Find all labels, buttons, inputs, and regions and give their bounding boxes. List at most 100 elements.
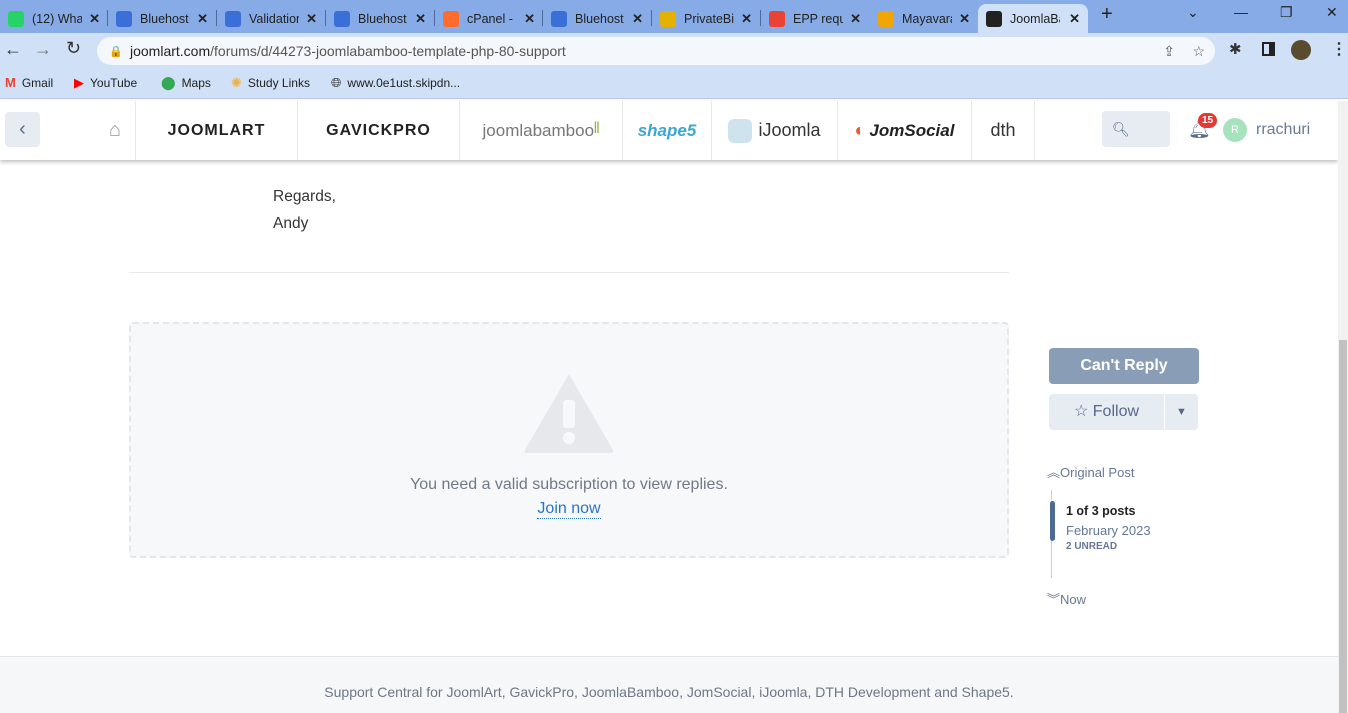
address-bar[interactable]: 🔒 joomlart.com/forums/d/44273-joomlabamb… xyxy=(97,37,1215,65)
caret-down-icon: ▼ xyxy=(1176,406,1187,418)
bookmark-label: Maps xyxy=(181,76,211,90)
bookmark-study-links[interactable]: ✺ Study Links xyxy=(231,75,310,91)
privatebin-icon xyxy=(660,10,676,27)
search-icon: 🔍︎ xyxy=(1112,121,1130,137)
logo-text: shape5 xyxy=(637,120,697,140)
tab-separator xyxy=(325,10,326,26)
logo-text: JomSocial xyxy=(869,120,955,140)
side-panel-icon[interactable] xyxy=(1262,42,1275,56)
browser-tab[interactable]: Bluehost ✕ xyxy=(108,4,216,33)
bookmark-youtube[interactable]: ▶ YouTube xyxy=(74,75,137,91)
search-button[interactable]: 🔍︎ xyxy=(1102,111,1170,147)
browser-tab[interactable]: (12) WhatsApp ✕ xyxy=(0,4,108,33)
close-window-button[interactable]: ✕ xyxy=(1326,4,1338,21)
brand-gavickpro[interactable]: GAVICKPRO xyxy=(298,101,460,160)
tab-separator xyxy=(216,10,217,26)
back-icon[interactable]: ← xyxy=(4,39,22,60)
close-tab-icon[interactable]: ✕ xyxy=(306,11,317,27)
follow-label: Follow xyxy=(1092,403,1140,420)
original-post-link[interactable]: ︽Original Post xyxy=(1047,462,1134,481)
user-avatar[interactable]: R xyxy=(1223,118,1247,142)
image-icon xyxy=(878,10,894,27)
minimize-button[interactable]: — xyxy=(1234,4,1248,20)
subscription-notice: You need a valid subscription to view re… xyxy=(129,322,1009,558)
logo-text: joomlabamboo xyxy=(482,120,595,140)
close-tab-icon[interactable]: ✕ xyxy=(741,11,752,27)
close-tab-icon[interactable]: ✕ xyxy=(197,11,208,27)
follow-button[interactable]: ☆ Follow xyxy=(1049,394,1164,430)
brand-jomsocial[interactable]: ◐ JomSocial xyxy=(838,101,972,160)
logo-text: dth xyxy=(990,120,1016,140)
brand-dth[interactable]: dth xyxy=(972,101,1035,160)
now-link[interactable]: ︾Now xyxy=(1047,589,1086,608)
tab-search-icon[interactable]: ⌄ xyxy=(1187,4,1199,21)
new-tab-button[interactable]: + xyxy=(1101,3,1113,26)
post-line: Regards, xyxy=(273,188,336,205)
browser-tab[interactable]: Bluehost ✕ xyxy=(543,4,651,33)
post-line: Andy xyxy=(273,215,309,232)
close-tab-icon[interactable]: ✕ xyxy=(850,11,861,27)
cant-reply-button[interactable]: Can't Reply xyxy=(1049,348,1199,384)
close-tab-icon[interactable]: ✕ xyxy=(89,11,100,27)
bookmark-star-icon[interactable]: ☆ xyxy=(1192,43,1205,60)
brand-joomlabamboo[interactable]: joomlabamboo 𝍪 xyxy=(460,101,623,160)
whatsapp-icon xyxy=(8,10,24,27)
grid-icon xyxy=(225,10,241,27)
tab-title: cPanel - xyxy=(467,11,513,26)
restore-button[interactable]: ❐ xyxy=(1280,4,1293,21)
forward-icon[interactable]: → xyxy=(34,39,52,60)
browser-tab[interactable]: Validation ✕ xyxy=(217,4,325,33)
close-tab-icon[interactable]: ✕ xyxy=(632,11,643,27)
unread-count[interactable]: 2 UNREAD xyxy=(1066,541,1117,552)
bookmarks-bar: M Gmail ▶ YouTube ⬤ Maps ✺ Study Links 🌐︎ www… xyxy=(0,67,1348,99)
lock-icon: 🔒 xyxy=(109,45,123,58)
browser-tab[interactable]: PrivateBin ✕ xyxy=(652,4,760,33)
tab-separator xyxy=(107,10,108,26)
close-tab-icon[interactable]: ✕ xyxy=(1069,11,1080,27)
browser-tab[interactable]: Bluehost ✕ xyxy=(326,4,434,33)
browser-tab[interactable]: Mayavaram ✕ xyxy=(870,4,978,33)
jomsocial-logo-icon: ◐ xyxy=(854,120,866,140)
bookmark-maps[interactable]: ⬤ Maps xyxy=(161,75,211,91)
browser-tab[interactable]: cPanel - ✕ xyxy=(435,4,543,33)
tab-title: (12) WhatsApp xyxy=(32,11,82,26)
brand-ijoomla[interactable]: iJoomla xyxy=(712,101,838,160)
username[interactable]: rrachuri xyxy=(1256,121,1310,139)
star-icon: ☆ xyxy=(1073,403,1093,420)
address-toolbar: ← → ↻ 🔒 joomlart.com/forums/d/44273-joom… xyxy=(0,33,1348,67)
notice-message: You need a valid subscription to view re… xyxy=(410,476,728,493)
scrubber-handle[interactable] xyxy=(1050,501,1055,541)
back-button[interactable]: ‹ xyxy=(5,112,40,147)
scrollbar-thumb[interactable] xyxy=(1339,340,1347,713)
reload-icon[interactable]: ↻ xyxy=(66,38,81,59)
bookmark-skipdn[interactable]: 🌐︎ www.0e1ust.skipdn... xyxy=(331,75,460,91)
tab-title: JoomlaBamboo xyxy=(1010,11,1060,26)
close-tab-icon[interactable]: ✕ xyxy=(959,11,970,27)
youtube-icon: ▶ xyxy=(74,75,84,90)
share-icon[interactable]: ⇪ xyxy=(1163,43,1175,60)
divider xyxy=(129,272,1009,273)
maps-pin-icon: ⬤ xyxy=(161,75,176,90)
browser-tab[interactable]: JoomlaBamboo ✕ xyxy=(978,4,1088,33)
bookmark-gmail[interactable]: M Gmail xyxy=(5,75,53,90)
notification-count-badge: 15 xyxy=(1198,113,1218,128)
close-tab-icon[interactable]: ✕ xyxy=(524,11,535,27)
close-tab-icon[interactable]: ✕ xyxy=(415,11,426,27)
tab-title: Mayavaram xyxy=(902,11,952,26)
brand-shape5[interactable]: shape5 xyxy=(623,101,712,160)
tab-separator xyxy=(651,10,652,26)
post-date: February 2023 xyxy=(1066,523,1151,538)
browser-tab[interactable]: EPP request ✕ xyxy=(761,4,869,33)
globe-icon xyxy=(986,10,1002,27)
bookmark-label: Study Links xyxy=(247,76,310,90)
menu-icon[interactable]: ⋮ xyxy=(1331,39,1347,59)
join-now-link[interactable]: Join now xyxy=(537,500,601,519)
follow-dropdown-button[interactable]: ▼ xyxy=(1165,394,1198,430)
brand-joomlart[interactable]: JOOMLART xyxy=(136,101,298,160)
warning-icon xyxy=(524,374,614,453)
tab-separator xyxy=(434,10,435,26)
scrub-label: Original Post xyxy=(1060,465,1135,480)
profile-avatar[interactable] xyxy=(1291,40,1311,60)
extensions-icon[interactable]: ✱ xyxy=(1229,40,1242,58)
double-chevron-up-icon: ︽ xyxy=(1047,465,1061,480)
